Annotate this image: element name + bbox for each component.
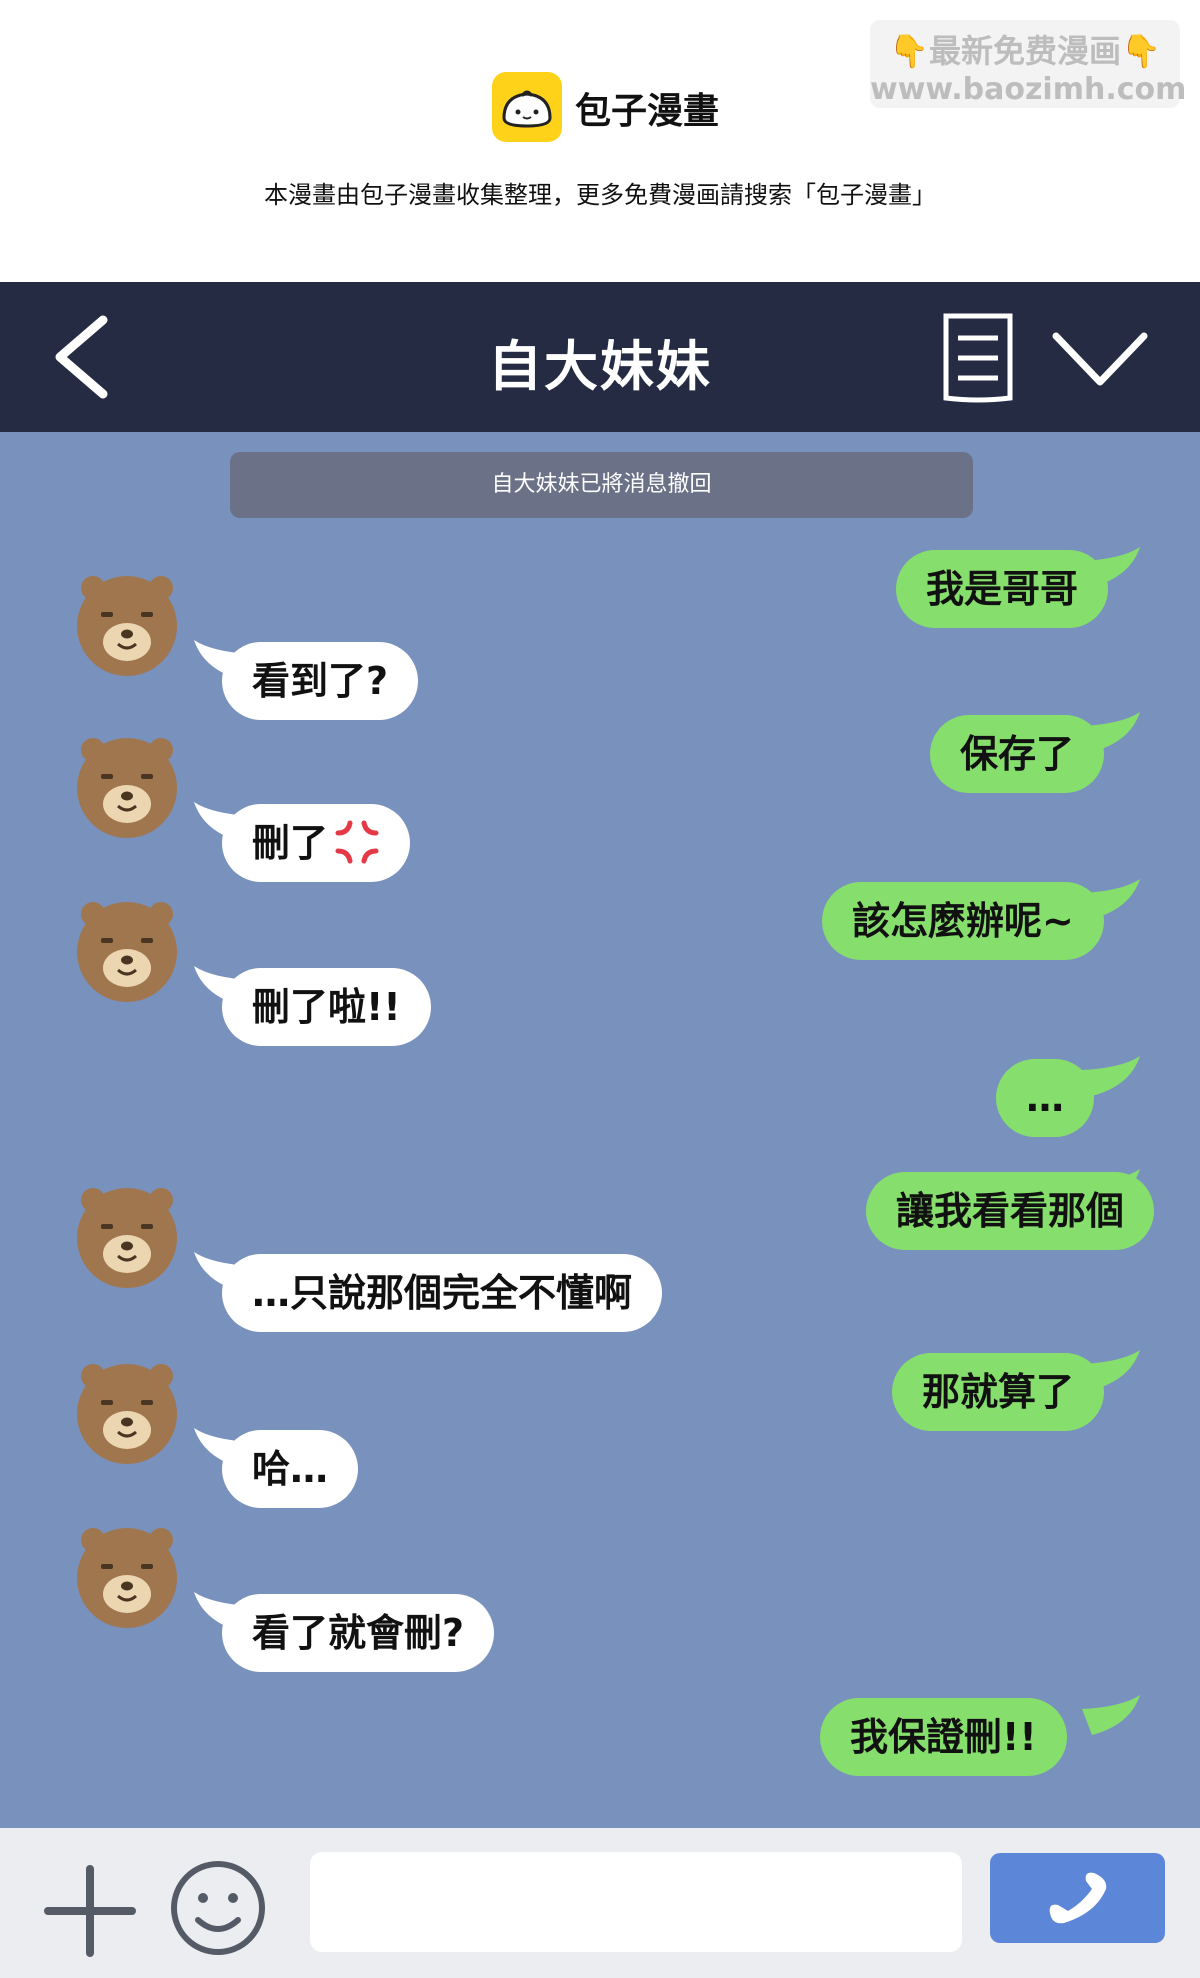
message-text: 刪了 xyxy=(252,821,329,865)
emoji-icon[interactable] xyxy=(168,1858,268,1958)
send-button[interactable] xyxy=(990,1853,1165,1943)
angry-icon xyxy=(335,820,379,863)
notes-icon[interactable] xyxy=(940,312,1016,404)
bear-avatar-icon[interactable] xyxy=(75,898,179,1002)
chat-title: 自大妹妹 xyxy=(488,335,712,398)
watermark-line1: 👇最新免费漫画👇 xyxy=(889,32,1161,70)
chat-area[interactable]: 自大妹妹已將消息撤回 我是哥哥 看到了? 保存了 刪了 該怎麼辦呢~ 刪了啦!!… xyxy=(0,432,1200,1828)
my-message-bubble[interactable]: 那就算了 xyxy=(892,1353,1105,1431)
bear-avatar-icon[interactable] xyxy=(75,1360,179,1464)
system-notice: 自大妹妹已將消息撤回 xyxy=(230,452,973,518)
their-message-bubble[interactable]: 看到了? xyxy=(222,642,419,720)
brand-name: 包子漫畫 xyxy=(575,91,720,132)
my-message-bubble[interactable]: 該怎麼辦呢~ xyxy=(822,882,1104,960)
source-banner: 包子漫畫 本漫畫由包子漫畫收集整理，更多免費漫画請搜索「包子漫畫」 👇最新免费漫… xyxy=(0,0,1200,282)
chevron-down-icon[interactable] xyxy=(1050,324,1150,394)
my-message-bubble[interactable]: … xyxy=(996,1059,1094,1137)
bear-avatar-icon[interactable] xyxy=(75,734,179,838)
their-message-bubble[interactable]: 刪了 xyxy=(222,804,411,882)
their-message-bubble[interactable]: 看了就會刪? xyxy=(222,1594,495,1672)
my-message-bubble[interactable]: 保存了 xyxy=(930,715,1105,793)
source-note: 本漫畫由包子漫畫收集整理，更多免費漫画請搜索「包子漫畫」 xyxy=(264,181,936,209)
watermark-url: www.baozimh.com xyxy=(870,72,1187,107)
my-message-bubble[interactable]: 讓我看看那個 xyxy=(866,1172,1155,1250)
their-message-bubble[interactable]: 刪了啦!! xyxy=(222,968,431,1046)
input-bar xyxy=(0,1828,1200,1978)
watermark: 👇最新免费漫画👇 www.baozimh.com xyxy=(870,20,1187,108)
bubble-tail xyxy=(1082,1695,1140,1735)
their-message-bubble[interactable]: …只說那個完全不懂啊 xyxy=(222,1254,663,1332)
bear-avatar-icon[interactable] xyxy=(75,1524,179,1628)
send-icon xyxy=(1049,1872,1107,1924)
my-message-bubble[interactable]: 我保證刪!! xyxy=(820,1698,1067,1776)
bear-avatar-icon[interactable] xyxy=(75,572,179,676)
chat-header: 自大妹妹 xyxy=(0,282,1200,432)
plus-icon[interactable] xyxy=(42,1863,138,1959)
bun-logo-icon xyxy=(492,72,562,142)
bear-avatar-icon[interactable] xyxy=(75,1184,179,1288)
message-input[interactable] xyxy=(310,1852,962,1952)
their-message-bubble[interactable]: 哈… xyxy=(222,1430,359,1508)
my-message-bubble[interactable]: 我是哥哥 xyxy=(896,550,1109,628)
